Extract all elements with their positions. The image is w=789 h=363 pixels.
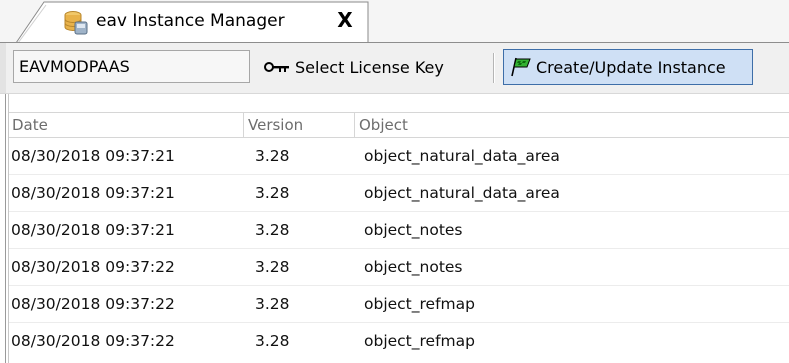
cell-version: 3.28: [255, 332, 290, 350]
select-license-key-label: Select License Key: [295, 57, 444, 77]
cell-date: 08/30/2018 09:37:21: [11, 221, 175, 239]
cell-version: 3.28: [255, 147, 290, 165]
table-row[interactable]: 08/30/2018 09:37:22 3.28 object_notes: [9, 249, 789, 285]
instance-name-field[interactable]: [13, 50, 250, 83]
toolbar-separator-highlight: [494, 53, 495, 83]
close-icon[interactable]: X: [336, 10, 354, 30]
cell-object: object_refmap: [364, 332, 475, 350]
cell-version: 3.28: [255, 258, 290, 276]
database-icon: [64, 11, 88, 35]
table-row[interactable]: 08/30/2018 09:37:22 3.28 object_refmap: [9, 286, 789, 322]
cell-version: 3.28: [255, 184, 290, 202]
cell-object: object_notes: [364, 258, 463, 276]
cell-version: 3.28: [255, 295, 290, 313]
table-row[interactable]: 08/30/2018 09:37:21 3.28 object_natural_…: [9, 175, 789, 211]
table-row[interactable]: 08/30/2018 09:37:21 3.28 object_natural_…: [9, 138, 789, 174]
toolbar: Select License Key Create/Update Instanc…: [0, 43, 789, 94]
tab-title: eav Instance Manager: [96, 11, 285, 31]
instance-log-table: Date Version Object 08/30/2018 09:37:21 …: [0, 94, 789, 363]
green-flag-icon: [511, 57, 531, 77]
column-divider[interactable]: [243, 113, 244, 137]
create-update-instance-label: Create/Update Instance: [536, 57, 726, 77]
table-header: Date Version Object: [9, 112, 789, 138]
cell-date: 08/30/2018 09:37:22: [11, 258, 175, 276]
column-header-object[interactable]: Object: [356, 113, 408, 137]
column-header-version[interactable]: Version: [245, 113, 303, 137]
tab-strip: eav Instance Manager X: [0, 0, 789, 43]
cell-date: 08/30/2018 09:37:22: [11, 332, 175, 350]
table-row[interactable]: 08/30/2018 09:37:21 3.28 object_notes: [9, 212, 789, 248]
cell-date: 08/30/2018 09:37:21: [11, 147, 175, 165]
column-divider[interactable]: [354, 113, 355, 137]
cell-object: object_natural_data_area: [364, 147, 560, 165]
cell-object: object_notes: [364, 221, 463, 239]
key-icon: [264, 62, 289, 72]
column-header-date[interactable]: Date: [9, 113, 48, 137]
cell-object: object_refmap: [364, 295, 475, 313]
table-left-border: [5, 94, 6, 363]
cell-object: object_natural_data_area: [364, 184, 560, 202]
create-update-instance-button[interactable]: Create/Update Instance: [503, 49, 753, 85]
cell-version: 3.28: [255, 221, 290, 239]
cell-date: 08/30/2018 09:37:22: [11, 295, 175, 313]
cell-date: 08/30/2018 09:37:21: [11, 184, 175, 202]
toolbar-edge: [0, 43, 6, 94]
table-row[interactable]: 08/30/2018 09:37:22 3.28 object_refmap: [9, 323, 789, 359]
select-license-key-button[interactable]: Select License Key: [264, 52, 444, 82]
